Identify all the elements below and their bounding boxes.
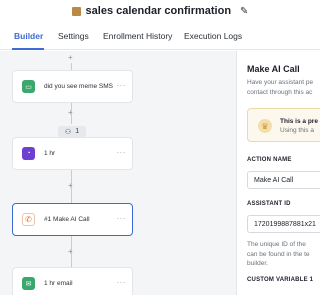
tab-execution-logs[interactable]: Execution Logs	[184, 31, 242, 41]
connector	[71, 63, 72, 70]
node-label: 1 hr email	[44, 280, 73, 287]
more-options-icon[interactable]: ···	[117, 82, 127, 90]
add-step-plus-icon[interactable]: +	[68, 54, 73, 62]
assistant-id-hint: The unique ID of the can be found in the…	[247, 240, 310, 269]
node-label: 1 hr	[44, 150, 56, 157]
workflow-icon	[71, 6, 81, 16]
phone-icon: ✆	[22, 213, 35, 226]
workflow-node-sms[interactable]: ▭ did you see meme SMS ···	[12, 70, 133, 103]
node-label: did you see meme SMS	[44, 83, 114, 90]
description-line: contact through this ac	[247, 89, 313, 96]
tab-enrollment-history[interactable]: Enrollment History	[103, 31, 172, 41]
add-step-plus-icon[interactable]: +	[68, 109, 73, 117]
workflow-canvas[interactable]: + ▭ did you see meme SMS ··· + ⚇ 1 ◔ 1 h…	[0, 51, 236, 295]
branch-count-badge[interactable]: ⚇ 1	[58, 126, 86, 137]
sms-icon: ▭	[22, 80, 35, 93]
workflow-node-email[interactable]: ✉ 1 hr email ···	[12, 267, 133, 295]
workflow-header: sales calendar confirmation ✎	[0, 0, 320, 22]
action-settings-panel: Make AI Call Have your assistant pe cont…	[236, 51, 320, 295]
panel-description: Have your assistant pe contact through t…	[247, 78, 320, 98]
node-label: #1 Make AI Call	[44, 216, 90, 223]
more-options-icon[interactable]: ···	[117, 215, 127, 223]
description-line: Have your assistant pe	[247, 79, 314, 86]
pencil-icon[interactable]: ✎	[240, 6, 248, 17]
more-options-icon[interactable]: ···	[117, 279, 127, 287]
tab-bar: Builder Settings Enrollment History Exec…	[0, 22, 320, 50]
notice-subtitle: Using this a	[280, 127, 314, 134]
branch-count: 1	[75, 128, 80, 135]
custom-variable-label: CUSTOM VARIABLE 1	[247, 277, 314, 283]
users-icon: ⚇	[64, 128, 72, 136]
premium-notice: ♛ This is a pre Using this a	[247, 108, 320, 142]
crown-icon: ♛	[258, 119, 272, 133]
workflow-node-ai-call[interactable]: ✆ #1 Make AI Call ···	[12, 203, 133, 236]
workflow-title: sales calendar confirmation	[85, 5, 232, 17]
email-icon: ✉	[22, 277, 35, 290]
hint-line: The unique ID of the	[247, 241, 306, 248]
action-name-input[interactable]: Make AI Call	[247, 171, 320, 189]
active-tab-indicator	[12, 48, 44, 50]
workflow-node-wait[interactable]: ◔ 1 hr ···	[12, 137, 133, 170]
tab-builder[interactable]: Builder	[14, 31, 43, 41]
assistant-id-label: ASSISTANT ID	[247, 201, 291, 207]
action-name-label: ACTION NAME	[247, 157, 292, 163]
notice-title: This is a pre	[280, 118, 318, 125]
assistant-id-input[interactable]: 1720199887881x21	[247, 215, 320, 233]
more-options-icon[interactable]: ···	[117, 149, 127, 157]
clock-icon: ◔	[22, 147, 35, 160]
tab-settings[interactable]: Settings	[58, 31, 89, 41]
add-step-plus-icon[interactable]: +	[68, 248, 73, 256]
hint-line: can be found in the te	[247, 250, 310, 258]
add-step-plus-icon[interactable]: +	[68, 182, 73, 190]
panel-title: Make AI Call	[247, 64, 300, 74]
hint-line: builder.	[247, 260, 268, 267]
